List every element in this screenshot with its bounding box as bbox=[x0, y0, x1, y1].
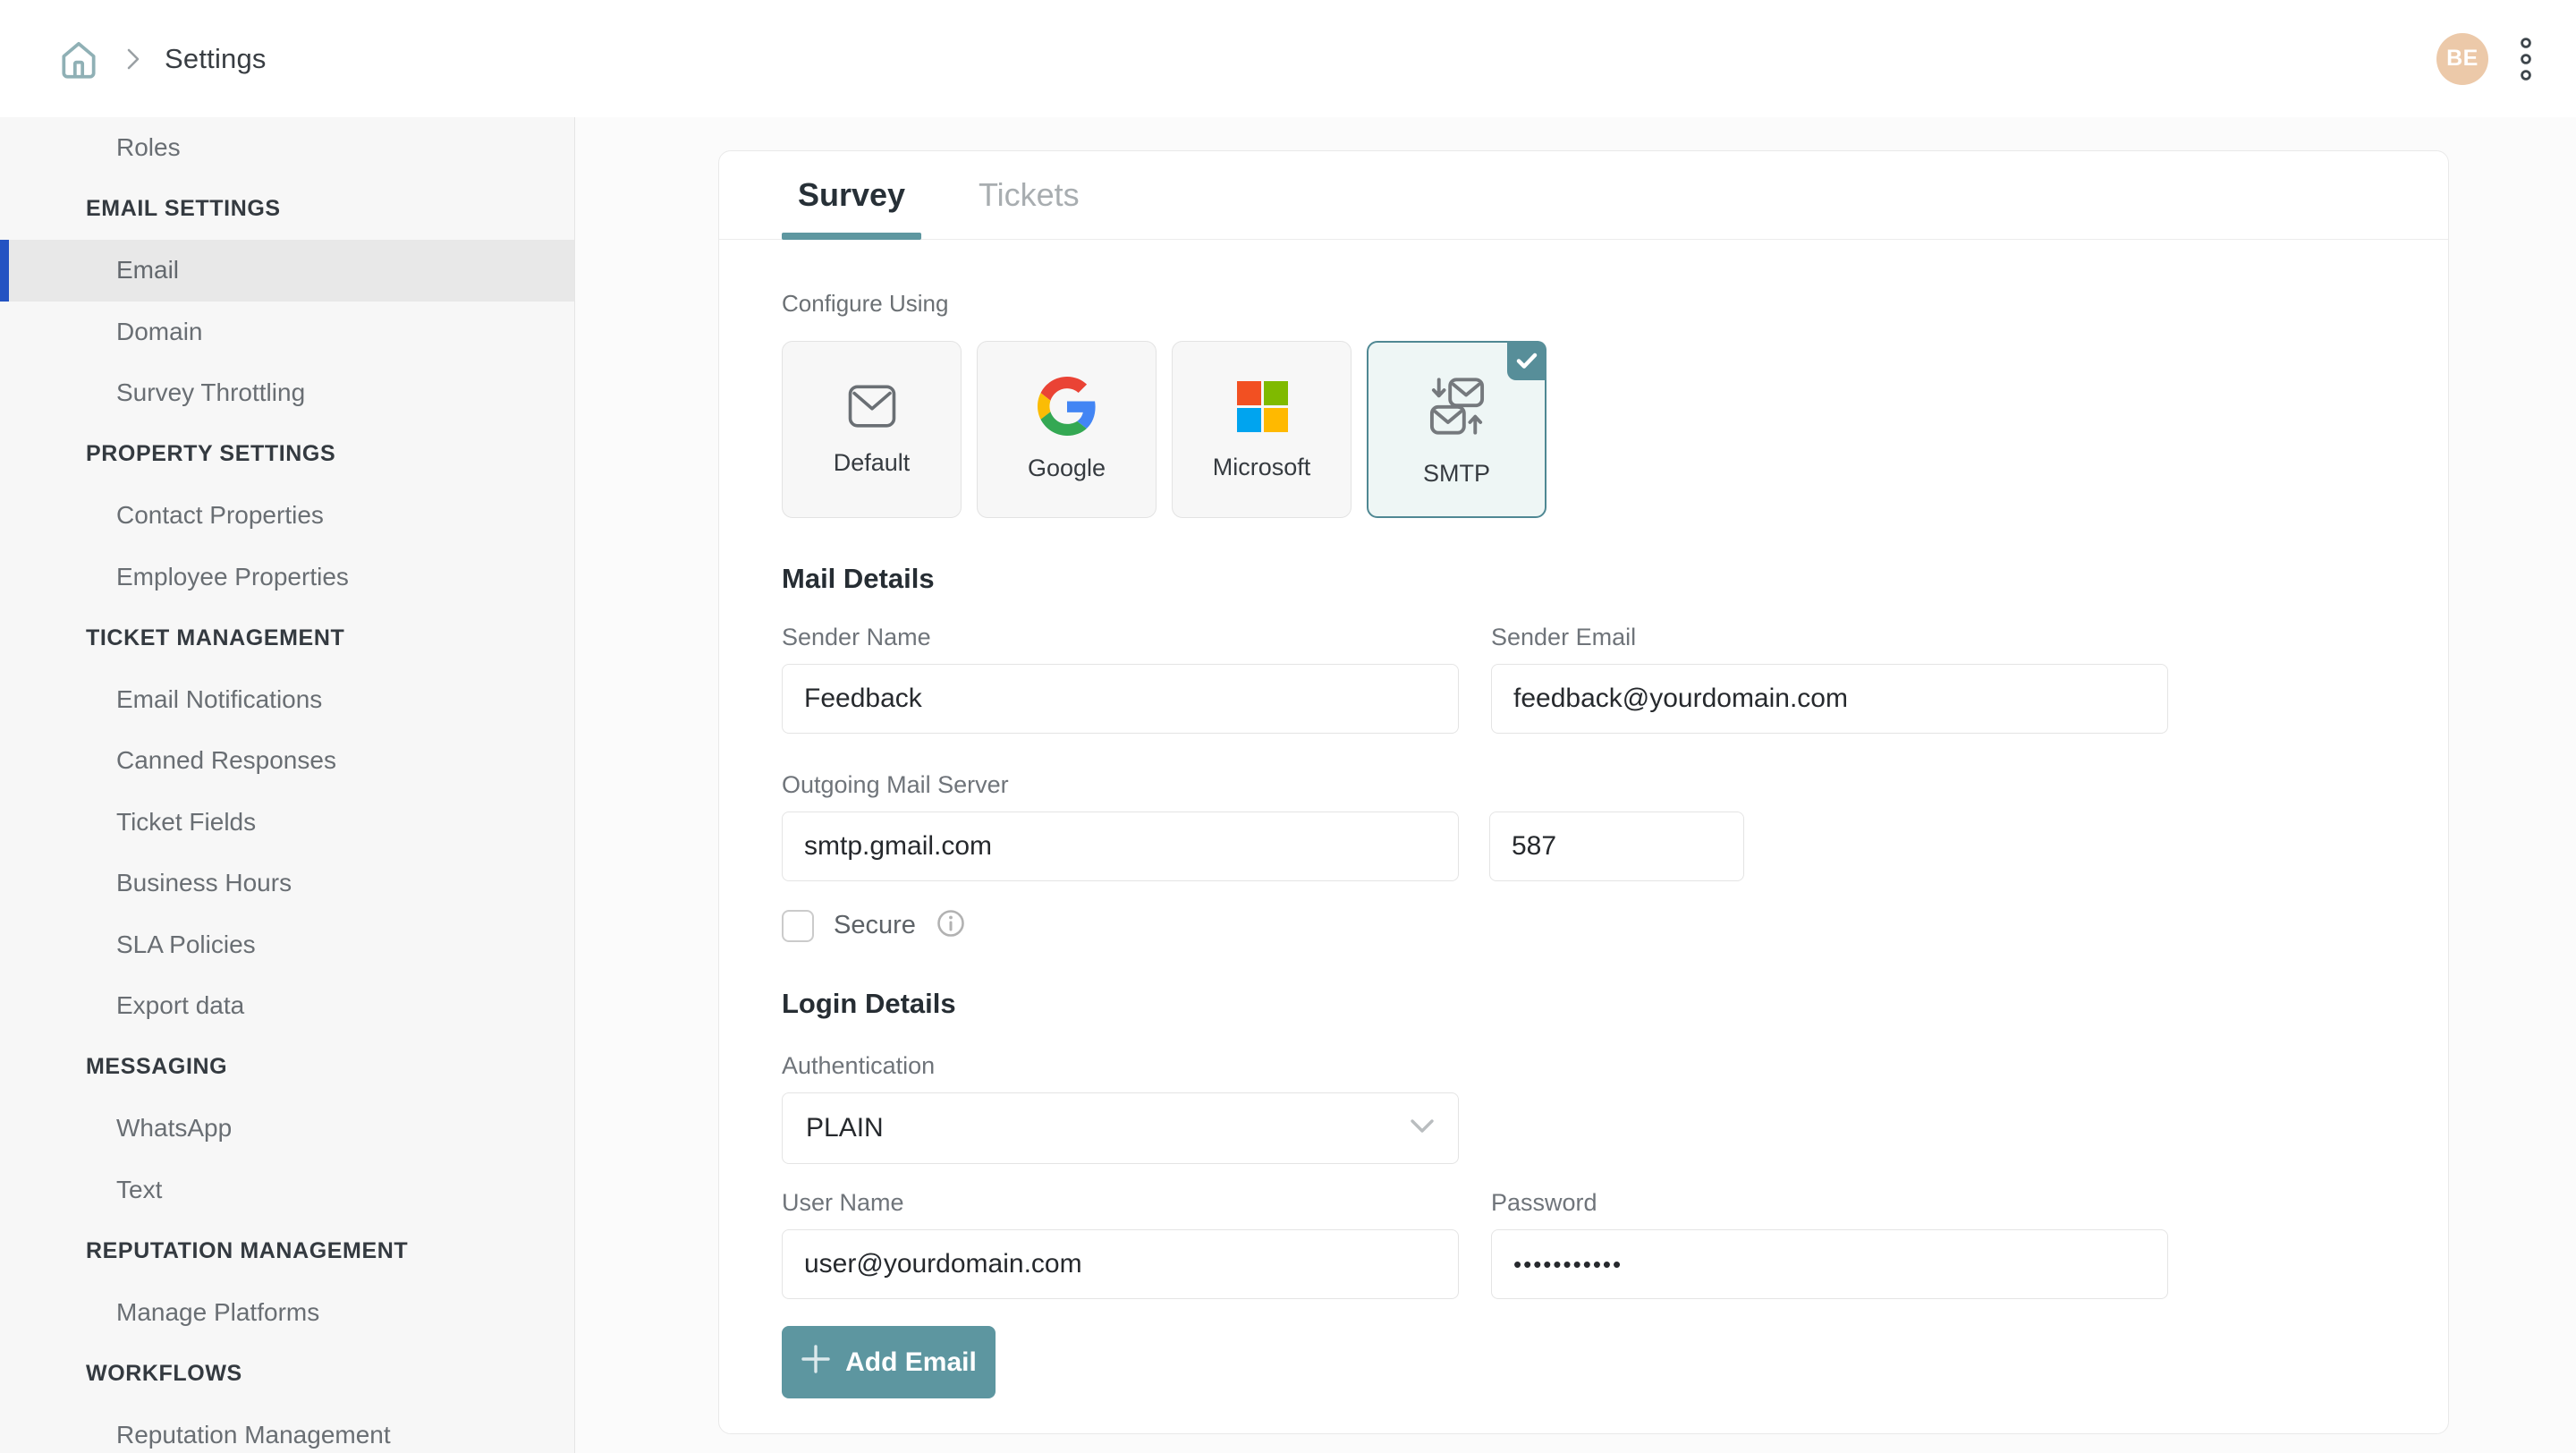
add-email-label: Add Email bbox=[845, 1347, 977, 1378]
smtp-mail-transfer-icon bbox=[1422, 371, 1492, 446]
sidebar-item-manage-platforms[interactable]: Manage Platforms bbox=[0, 1298, 319, 1327]
sidebar-item-employee-properties[interactable]: Employee Properties bbox=[0, 563, 349, 591]
outgoing-mail-server-label: Outgoing Mail Server bbox=[782, 771, 1459, 799]
info-icon[interactable] bbox=[936, 908, 966, 943]
sidebar-item-canned-responses[interactable]: Canned Responses bbox=[0, 746, 336, 775]
settings-sidebar: Roles EMAIL SETTINGS Email Domain Survey… bbox=[0, 117, 575, 1453]
provider-label: Microsoft bbox=[1213, 454, 1311, 481]
tab-survey[interactable]: Survey bbox=[782, 151, 921, 239]
breadcrumb-chevron-icon bbox=[125, 47, 141, 72]
sidebar-section-reputation-management: REPUTATION MANAGEMENT bbox=[0, 1238, 408, 1264]
sidebar-section-ticket-management: TICKET MANAGEMENT bbox=[0, 625, 344, 651]
sidebar-section-email-settings: EMAIL SETTINGS bbox=[0, 196, 281, 222]
sidebar-item-business-hours[interactable]: Business Hours bbox=[0, 869, 292, 897]
sidebar-item-reputation-management[interactable]: Reputation Management bbox=[0, 1421, 391, 1449]
provider-label: SMTP bbox=[1423, 460, 1490, 488]
provider-card-google[interactable]: Google bbox=[977, 341, 1157, 518]
sidebar-item-ticket-fields[interactable]: Ticket Fields bbox=[0, 808, 256, 837]
sidebar-section-workflows: WORKFLOWS bbox=[0, 1361, 242, 1387]
provider-card-default[interactable]: Default bbox=[782, 341, 962, 518]
top-header: Settings BE bbox=[0, 0, 2576, 117]
main-content: Survey Tickets Configure Using Default bbox=[575, 117, 2576, 1453]
provider-card-smtp[interactable]: SMTP bbox=[1367, 341, 1546, 518]
provider-label: Default bbox=[834, 449, 911, 477]
kebab-menu-icon[interactable] bbox=[2515, 30, 2537, 89]
login-details-heading: Login Details bbox=[782, 988, 2385, 1020]
sidebar-section-messaging: MESSAGING bbox=[0, 1054, 227, 1080]
provider-cards: Default Google bbox=[782, 341, 2385, 518]
port-input[interactable] bbox=[1489, 811, 1744, 881]
configure-using-label: Configure Using bbox=[782, 290, 2385, 318]
username-label: User Name bbox=[782, 1189, 1459, 1217]
tab-tickets[interactable]: Tickets bbox=[979, 151, 1080, 239]
sidebar-item-text[interactable]: Text bbox=[0, 1176, 162, 1204]
tab-bar: Survey Tickets bbox=[719, 151, 2448, 240]
email-settings-card: Survey Tickets Configure Using Default bbox=[718, 150, 2449, 1434]
sidebar-item-email[interactable]: Email bbox=[0, 240, 574, 302]
sender-email-label: Sender Email bbox=[1491, 624, 2168, 651]
sidebar-item-export-data[interactable]: Export data bbox=[0, 991, 244, 1020]
add-email-button[interactable]: Add Email bbox=[782, 1326, 996, 1398]
chevron-down-icon bbox=[1410, 1118, 1435, 1139]
username-input[interactable] bbox=[782, 1229, 1459, 1299]
authentication-value: PLAIN bbox=[806, 1113, 884, 1143]
sidebar-section-property-settings: PROPERTY SETTINGS bbox=[0, 441, 335, 467]
selected-check-icon bbox=[1507, 341, 1546, 380]
sidebar-item-roles[interactable]: Roles bbox=[0, 133, 181, 162]
provider-label: Google bbox=[1028, 455, 1106, 482]
sidebar-item-email-notifications[interactable]: Email Notifications bbox=[0, 685, 322, 714]
secure-checkbox[interactable] bbox=[782, 910, 814, 942]
password-input[interactable] bbox=[1491, 1229, 2168, 1299]
avatar[interactable]: BE bbox=[2436, 33, 2488, 85]
authentication-select[interactable]: PLAIN bbox=[782, 1092, 1459, 1164]
outgoing-mail-server-input[interactable] bbox=[782, 811, 1459, 881]
secure-label: Secure bbox=[834, 911, 916, 940]
page-title: Settings bbox=[165, 43, 267, 75]
sidebar-item-domain[interactable]: Domain bbox=[0, 318, 202, 346]
sidebar-item-sla-policies[interactable]: SLA Policies bbox=[0, 930, 256, 959]
home-icon[interactable] bbox=[55, 36, 102, 82]
sender-email-input[interactable] bbox=[1491, 664, 2168, 734]
sender-name-label: Sender Name bbox=[782, 624, 1459, 651]
mail-details-heading: Mail Details bbox=[782, 563, 2385, 595]
envelope-icon bbox=[846, 382, 898, 435]
sender-name-input[interactable] bbox=[782, 664, 1459, 734]
microsoft-logo-icon bbox=[1233, 378, 1291, 439]
sidebar-item-contact-properties[interactable]: Contact Properties bbox=[0, 501, 324, 530]
password-label: Password bbox=[1491, 1189, 2168, 1217]
authentication-label: Authentication bbox=[782, 1052, 2385, 1080]
sidebar-item-whatsapp[interactable]: WhatsApp bbox=[0, 1114, 232, 1143]
sidebar-item-survey-throttling[interactable]: Survey Throttling bbox=[0, 378, 305, 407]
provider-card-microsoft[interactable]: Microsoft bbox=[1172, 341, 1352, 518]
plus-icon bbox=[801, 1344, 831, 1381]
google-logo-icon bbox=[1038, 377, 1097, 440]
